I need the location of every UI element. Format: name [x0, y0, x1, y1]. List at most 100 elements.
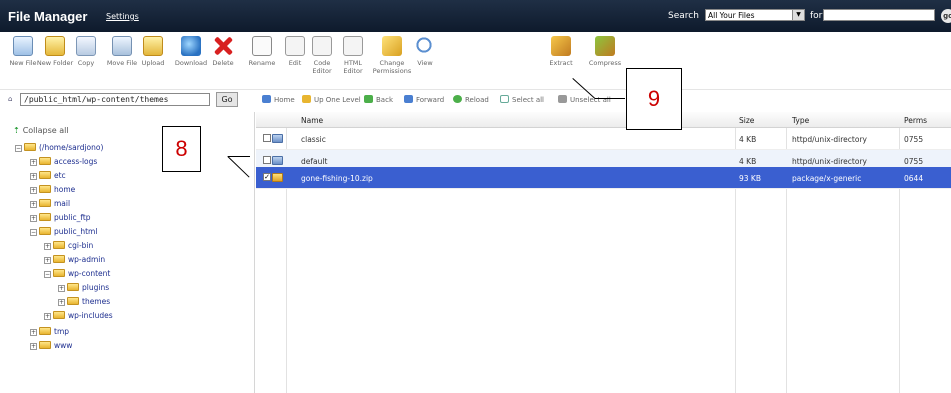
folder-icon — [39, 341, 51, 349]
plus-icon: + — [30, 343, 37, 350]
search-scope-select[interactable]: All Your Files ▼ — [705, 9, 805, 21]
path-input[interactable]: /public_html/wp-content/themes — [20, 93, 210, 106]
tree-item-label: themes — [82, 297, 111, 306]
tree-item-label: mail — [54, 199, 71, 208]
tree-item-access-logs[interactable]: + access-logs — [30, 156, 97, 168]
forward-arrow-icon — [404, 95, 413, 103]
tree-item-themes[interactable]: + themes — [58, 296, 110, 308]
compress-button[interactable]: Compress — [585, 36, 625, 67]
plus-icon: + — [30, 329, 37, 336]
search-input[interactable] — [823, 9, 935, 21]
column-size[interactable]: Size — [739, 116, 754, 125]
tree-item-www[interactable]: + www — [30, 340, 72, 352]
for-label: for — [810, 11, 823, 21]
file-manager-header: File Manager Settings Search All Your Fi… — [0, 0, 951, 32]
folder-icon — [67, 283, 79, 291]
path-bar: ⌂ /public_html/wp-content/themes Go — [0, 90, 252, 110]
nav-home[interactable]: Home — [262, 95, 295, 104]
home-icon[interactable]: ⌂ — [8, 95, 12, 103]
file-type: package/x-generic — [792, 174, 862, 183]
permissions-icon — [382, 36, 402, 56]
rename-icon — [252, 36, 272, 56]
file-name[interactable]: classic — [301, 135, 326, 144]
nav-forward[interactable]: Forward — [404, 95, 444, 104]
toolbar-label: Delete — [212, 59, 234, 67]
search-scope-value: All Your Files — [708, 11, 755, 20]
search-label: Search — [668, 11, 699, 21]
row-checkbox-checked[interactable]: ✓ — [263, 173, 271, 181]
home-icon — [262, 95, 271, 103]
upload-button[interactable]: Upload — [133, 36, 173, 67]
file-name[interactable]: default — [301, 157, 327, 166]
folder-icon — [53, 241, 65, 249]
file-name[interactable]: gone-fishing-10.zip — [301, 174, 373, 183]
tree-item-cgi-bin[interactable]: + cgi-bin — [44, 240, 93, 252]
tree-item-label: wp-admin — [68, 255, 106, 264]
tree-item-label: etc — [54, 171, 66, 180]
column-name[interactable]: Name — [301, 116, 323, 125]
back-arrow-icon — [364, 95, 373, 103]
path-go-button[interactable]: Go — [216, 92, 238, 107]
column-perms[interactable]: Perms — [904, 116, 927, 125]
callout-9-leader — [595, 98, 625, 99]
folder-icon — [39, 327, 51, 335]
view-button[interactable]: View — [405, 36, 445, 67]
tree-item-home[interactable]: + home — [30, 184, 75, 196]
code-editor-button[interactable]: Code Editor — [307, 36, 337, 75]
tree-item-etc[interactable]: + etc — [30, 170, 66, 182]
folder-icon — [39, 157, 51, 165]
up-folder-icon — [302, 95, 311, 103]
copy-icon — [76, 36, 96, 56]
nav-back[interactable]: Back — [364, 95, 393, 104]
view-icon — [415, 36, 435, 56]
html-editor-button[interactable]: HTML Editor — [338, 36, 368, 75]
new-folder-icon — [45, 36, 65, 56]
folder-icon — [24, 143, 36, 151]
folder-icon — [39, 185, 51, 193]
extract-button[interactable]: Extract — [545, 36, 577, 67]
nav-up-one-level[interactable]: Up One Level — [302, 95, 361, 104]
plus-icon: + — [44, 313, 51, 320]
tree-item-wp-content[interactable]: − wp-content — [44, 268, 110, 280]
tree-item-public-html[interactable]: − public_html — [30, 226, 97, 238]
nav-unselect-all[interactable]: Unselect all — [558, 95, 611, 104]
file-perms: 0755 — [904, 135, 924, 144]
tree-item-wp-includes[interactable]: + wp-includes — [44, 310, 113, 322]
tree-item-tmp[interactable]: + tmp — [30, 326, 69, 338]
search-go-button[interactable]: go — [941, 9, 951, 23]
column-type[interactable]: Type — [792, 116, 809, 125]
tree-item-mail[interactable]: + mail — [30, 198, 70, 210]
html-editor-icon — [343, 36, 363, 56]
upload-icon — [143, 36, 163, 56]
folder-icon — [53, 269, 65, 277]
download-icon — [181, 36, 201, 56]
tree-item-wp-admin[interactable]: + wp-admin — [44, 254, 105, 266]
file-type: httpd/unix-directory — [792, 135, 867, 144]
toolbar-label: Extract — [549, 59, 573, 67]
delete-button[interactable]: Delete — [203, 36, 243, 67]
tree-item-label: home — [54, 185, 76, 194]
tree-root[interactable]: − (/home/sardjono) — [15, 142, 103, 154]
tree-item-plugins[interactable]: + plugins — [58, 282, 109, 294]
unselect-icon — [558, 95, 567, 103]
file-perms: 0755 — [904, 157, 924, 166]
collapse-all-button[interactable]: ⇡ Collapse all — [13, 126, 69, 135]
file-row-classic[interactable]: classic 4 KB httpd/unix-directory 0755 — [256, 128, 951, 150]
tree-item-public-ftp[interactable]: + public_ftp — [30, 212, 91, 224]
tree-item-label: access-logs — [54, 157, 98, 166]
plus-icon: + — [44, 257, 51, 264]
nav-select-all[interactable]: Select all — [500, 95, 544, 104]
file-row-gone-fishing-zip[interactable]: ✓ gone-fishing-10.zip 93 KB package/x-ge… — [256, 167, 951, 189]
file-navbar: Home Up One Level Back Forward Reload Se… — [256, 90, 951, 110]
nav-reload[interactable]: Reload — [453, 95, 489, 104]
row-checkbox[interactable] — [263, 134, 271, 142]
minus-icon: − — [30, 229, 37, 236]
plus-icon: + — [30, 159, 37, 166]
nav-home-label: Home — [274, 96, 295, 104]
plus-icon: + — [30, 173, 37, 180]
row-checkbox[interactable] — [263, 156, 271, 164]
tree-item-label: wp-includes — [68, 311, 113, 320]
toolbar-label: Upload — [141, 59, 165, 67]
chevron-down-icon: ▼ — [792, 10, 804, 20]
settings-link[interactable]: Settings — [106, 12, 139, 21]
